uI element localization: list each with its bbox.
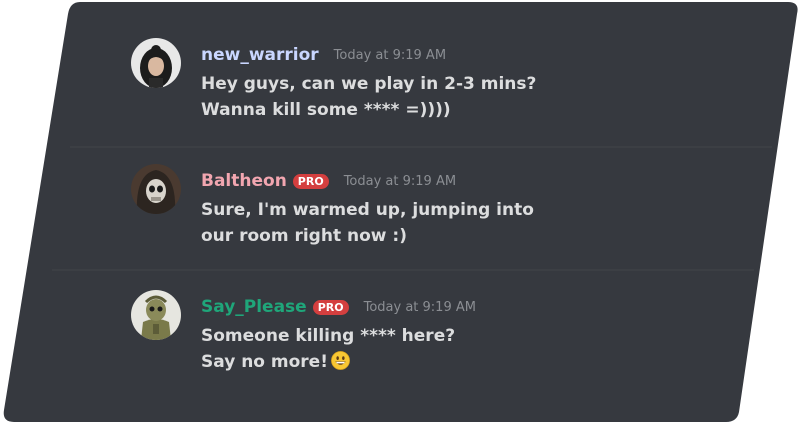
message-text: Hey guys, can we play in 2-3 mins? Wanna… [201,71,536,123]
message-text: Someone killing **** here? Say no more! [201,323,455,378]
grinning-face-emoji-icon [331,351,350,378]
message-header: Baltheon PRO Today at 9:19 AM [201,168,456,194]
message-header: new_warrior Today at 9:19 AM [201,42,446,68]
message-line: our room right now :) [201,226,407,246]
avatar[interactable] [131,164,181,214]
skull-hood-avatar-icon [131,164,181,214]
message-line: Wanna kill some **** =)))) [201,100,451,120]
chat-message: Baltheon PRO Today at 9:19 AM Sure, I'm … [131,164,651,274]
username[interactable]: Say_Please [201,297,307,317]
message-line: Someone killing **** here? [201,326,456,346]
avatar[interactable] [131,38,181,88]
username[interactable]: new_warrior [201,45,319,65]
username[interactable]: Baltheon [201,171,287,191]
message-header: Say_Please PRO Today at 9:19 AM [201,294,476,320]
pro-badge: PRO [312,299,349,315]
message-line-with-emoji: Say no more! [201,349,455,378]
message-line: Sure, I'm warmed up, jumping into [201,200,534,220]
timestamp: Today at 9:19 AM [343,173,457,189]
chat-message: Say_Please PRO Today at 9:19 AM Someone … [131,290,651,400]
chat-card: new_warrior Today at 9:19 AM Hey guys, c… [0,0,800,424]
avatar[interactable] [131,290,181,340]
message-line: Say no more! [201,352,328,372]
chat-message: new_warrior Today at 9:19 AM Hey guys, c… [131,38,651,148]
soldier-avatar-icon [131,290,181,340]
long-hair-avatar-icon [131,38,181,88]
message-line: Hey guys, can we play in 2-3 mins? [201,74,537,94]
timestamp: Today at 9:19 AM [333,47,447,63]
timestamp: Today at 9:19 AM [363,299,476,315]
pro-badge: PRO [292,173,329,189]
message-text: Sure, I'm warmed up, jumping into our ro… [201,197,534,249]
